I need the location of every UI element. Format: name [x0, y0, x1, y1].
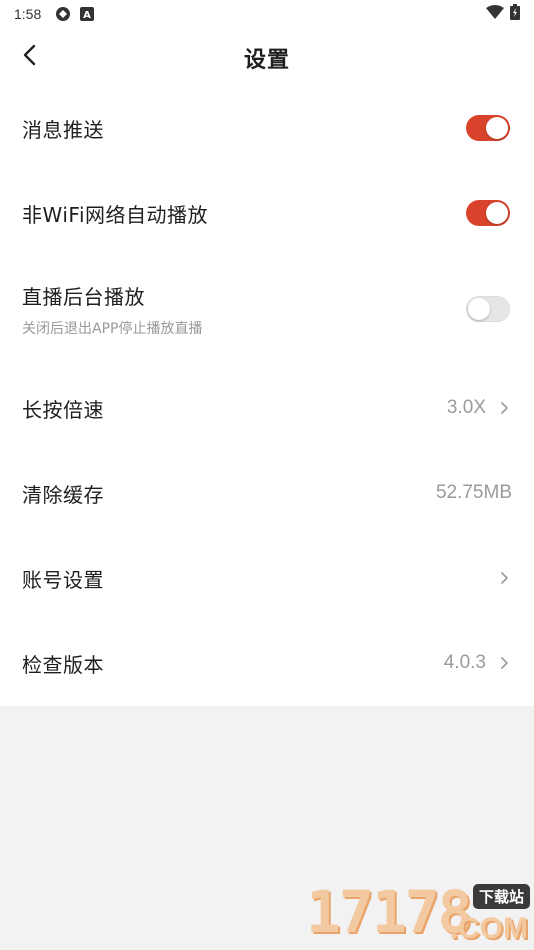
toggle-knob: [468, 298, 490, 320]
background-play-toggle[interactable]: [466, 296, 510, 322]
site-watermark: 17178 下载站 .COM: [306, 878, 534, 950]
watermark-tag: 下载站: [472, 884, 530, 909]
setting-check-version[interactable]: 检查版本 4.0.3: [0, 621, 534, 705]
status-right: [486, 4, 520, 24]
header: 设置: [0, 28, 534, 86]
setting-account[interactable]: 账号设置: [0, 536, 534, 620]
setting-clear-cache[interactable]: 清除缓存 52.75MB: [0, 451, 534, 535]
clear-cache-value: 52.75MB: [435, 482, 512, 503]
a-badge-icon: A: [79, 6, 95, 22]
chevron-right-icon: [496, 400, 512, 416]
wifi-icon: [486, 5, 504, 23]
setting-check-version-label: 检查版本: [22, 652, 104, 677]
toggle-knob: [486, 202, 508, 224]
setting-push: 消息推送: [0, 86, 534, 170]
wifi-autoplay-toggle[interactable]: [466, 200, 510, 226]
setting-push-label: 消息推送: [22, 117, 104, 142]
settings-panel: 设置 消息推送 非WiFi网络自动播放 直播后台播放 关闭后退出APP停止播放直…: [0, 28, 534, 706]
setting-account-label: 账号设置: [22, 567, 104, 592]
status-bar: 1:58 A: [0, 0, 534, 28]
chevron-right-icon: [496, 655, 512, 671]
setting-long-press-speed[interactable]: 长按倍速 3.0X: [0, 366, 534, 450]
setting-wifi-autoplay: 非WiFi网络自动播放: [0, 171, 534, 255]
setting-wifi-autoplay-label: 非WiFi网络自动播放: [22, 202, 208, 227]
watermark-suffix: .COM: [449, 912, 528, 945]
setting-background-play-sublabel: 关闭后退出APP停止播放直播: [22, 320, 203, 337]
setting-background-play: 直播后台播放 关闭后退出APP停止播放直播: [0, 256, 534, 362]
setting-clear-cache-label: 清除缓存: [22, 482, 104, 507]
long-press-speed-value: 3.0X: [446, 397, 486, 418]
check-version-value: 4.0.3: [443, 652, 486, 673]
setting-long-press-speed-label: 长按倍速: [22, 397, 104, 422]
page-title: 设置: [243, 48, 290, 73]
svg-text:A: A: [83, 10, 91, 21]
push-toggle[interactable]: [466, 115, 510, 141]
setting-background-play-label: 直播后台播放: [22, 284, 145, 309]
chevron-right-icon: [496, 570, 512, 586]
sync-icon: [55, 6, 71, 22]
watermark-digits: 17178: [306, 878, 473, 946]
status-time: 1:58: [14, 6, 42, 22]
battery-icon: [510, 4, 520, 24]
toggle-knob: [486, 117, 508, 139]
